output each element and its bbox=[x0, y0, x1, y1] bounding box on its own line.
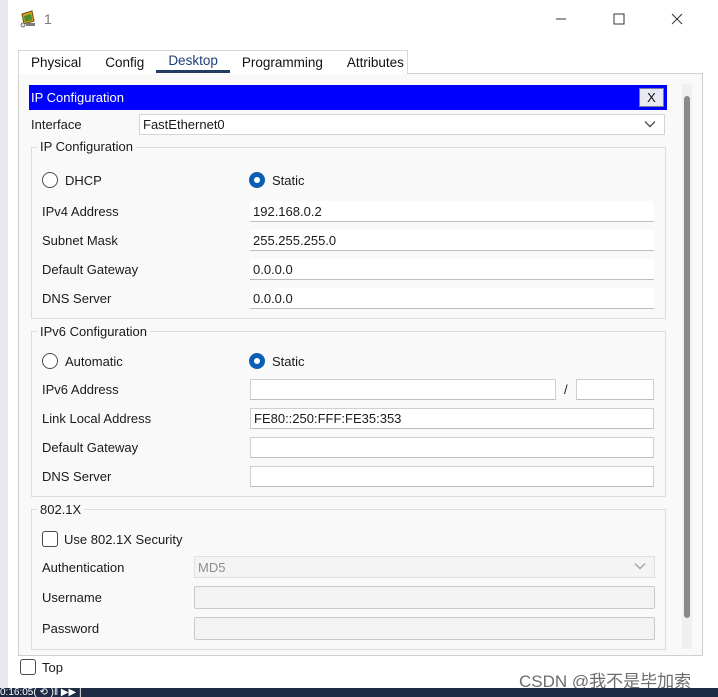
use-8021x-security-checkbox[interactable] bbox=[42, 531, 58, 547]
password-input[interactable] bbox=[194, 617, 655, 640]
authentication-select-value: MD5 bbox=[198, 559, 226, 575]
ipv6-default-gateway-label: Default Gateway bbox=[42, 440, 139, 455]
use-8021x-security-label: Use 802.1X Security bbox=[64, 532, 183, 547]
top-label: Top bbox=[42, 660, 63, 675]
title-bar[interactable]: 1 bbox=[8, 0, 718, 38]
window-title: 1 bbox=[44, 11, 52, 27]
ipv6-dns-server-input[interactable] bbox=[250, 466, 654, 487]
vertical-scrollbar-thumb[interactable] bbox=[684, 96, 690, 618]
authentication-label: Authentication bbox=[42, 560, 125, 575]
link-local-address-input[interactable] bbox=[250, 408, 654, 429]
ipv6-automatic-radio[interactable] bbox=[42, 353, 58, 369]
username-label: Username bbox=[42, 590, 102, 605]
subnet-mask-input[interactable] bbox=[250, 230, 654, 251]
ipv4-dns-server-label: DNS Server bbox=[42, 291, 112, 306]
chevron-down-icon bbox=[644, 120, 656, 128]
dhcp-radio[interactable] bbox=[42, 172, 58, 188]
close-icon bbox=[671, 13, 683, 25]
ipv4-address-label: IPv4 Address bbox=[42, 204, 119, 219]
ip-configuration-header: IP Configuration bbox=[29, 85, 667, 110]
ipv4-static-label: Static bbox=[272, 173, 305, 188]
tab-desktop[interactable]: Desktop bbox=[156, 51, 230, 73]
minimize-button[interactable] bbox=[538, 4, 584, 34]
subnet-mask-label: Subnet Mask bbox=[42, 233, 118, 248]
ipv4-address-input[interactable] bbox=[250, 201, 654, 222]
ipv4-default-gateway-label: Default Gateway bbox=[42, 262, 139, 277]
interface-select[interactable]: FastEthernet0 bbox=[139, 114, 665, 135]
username-input[interactable] bbox=[194, 586, 655, 609]
ipv6-static-radio[interactable] bbox=[249, 353, 265, 369]
authentication-select[interactable]: MD5 bbox=[194, 556, 655, 578]
ip-configuration-close-button[interactable]: X bbox=[639, 88, 664, 107]
link-local-address-label: Link Local Address bbox=[42, 411, 152, 426]
window-left-edge bbox=[0, 0, 8, 697]
maximize-button[interactable] bbox=[596, 4, 642, 34]
tab-config[interactable]: Config bbox=[93, 51, 156, 73]
simulation-time-readout: 0:16:05( ⟲ )‖ ▶▶ | bbox=[0, 688, 82, 697]
ipv4-static-radio[interactable] bbox=[249, 172, 265, 188]
interface-label: Interface bbox=[31, 117, 82, 132]
ipv6-dns-server-label: DNS Server bbox=[42, 469, 112, 484]
tab-programming[interactable]: Programming bbox=[230, 51, 335, 73]
ipv6-prefix-input[interactable] bbox=[576, 379, 654, 400]
ipv6-prefix-separator: / bbox=[564, 382, 568, 397]
packet-tracer-pc-icon bbox=[20, 10, 35, 28]
top-checkbox[interactable] bbox=[20, 659, 36, 675]
maximize-icon bbox=[613, 13, 625, 25]
dot1x-config-title: 802.1X bbox=[37, 502, 85, 517]
taskbar-strip bbox=[0, 688, 718, 697]
dhcp-label: DHCP bbox=[65, 173, 102, 188]
close-window-button[interactable] bbox=[654, 4, 700, 34]
ipv4-config-title: IP Configuration bbox=[37, 139, 136, 154]
chevron-down-icon bbox=[634, 563, 646, 570]
tab-bar: Physical Config Desktop Programming Attr… bbox=[18, 50, 408, 74]
tab-physical[interactable]: Physical bbox=[19, 51, 93, 73]
tab-attributes[interactable]: Attributes bbox=[335, 51, 416, 73]
ipv6-address-label: IPv6 Address bbox=[42, 382, 119, 397]
ipv6-config-title: IPv6 Configuration bbox=[37, 324, 150, 339]
ipv4-dns-server-input[interactable] bbox=[250, 288, 654, 309]
ipv4-default-gateway-input[interactable] bbox=[250, 259, 654, 280]
ipv6-static-label: Static bbox=[272, 354, 305, 369]
ipv6-default-gateway-input[interactable] bbox=[250, 437, 654, 458]
password-label: Password bbox=[42, 621, 100, 636]
interface-select-value: FastEthernet0 bbox=[143, 117, 225, 132]
ipv6-automatic-label: Automatic bbox=[65, 354, 123, 369]
ipv6-address-input[interactable] bbox=[250, 379, 556, 400]
minimize-icon bbox=[556, 18, 566, 20]
